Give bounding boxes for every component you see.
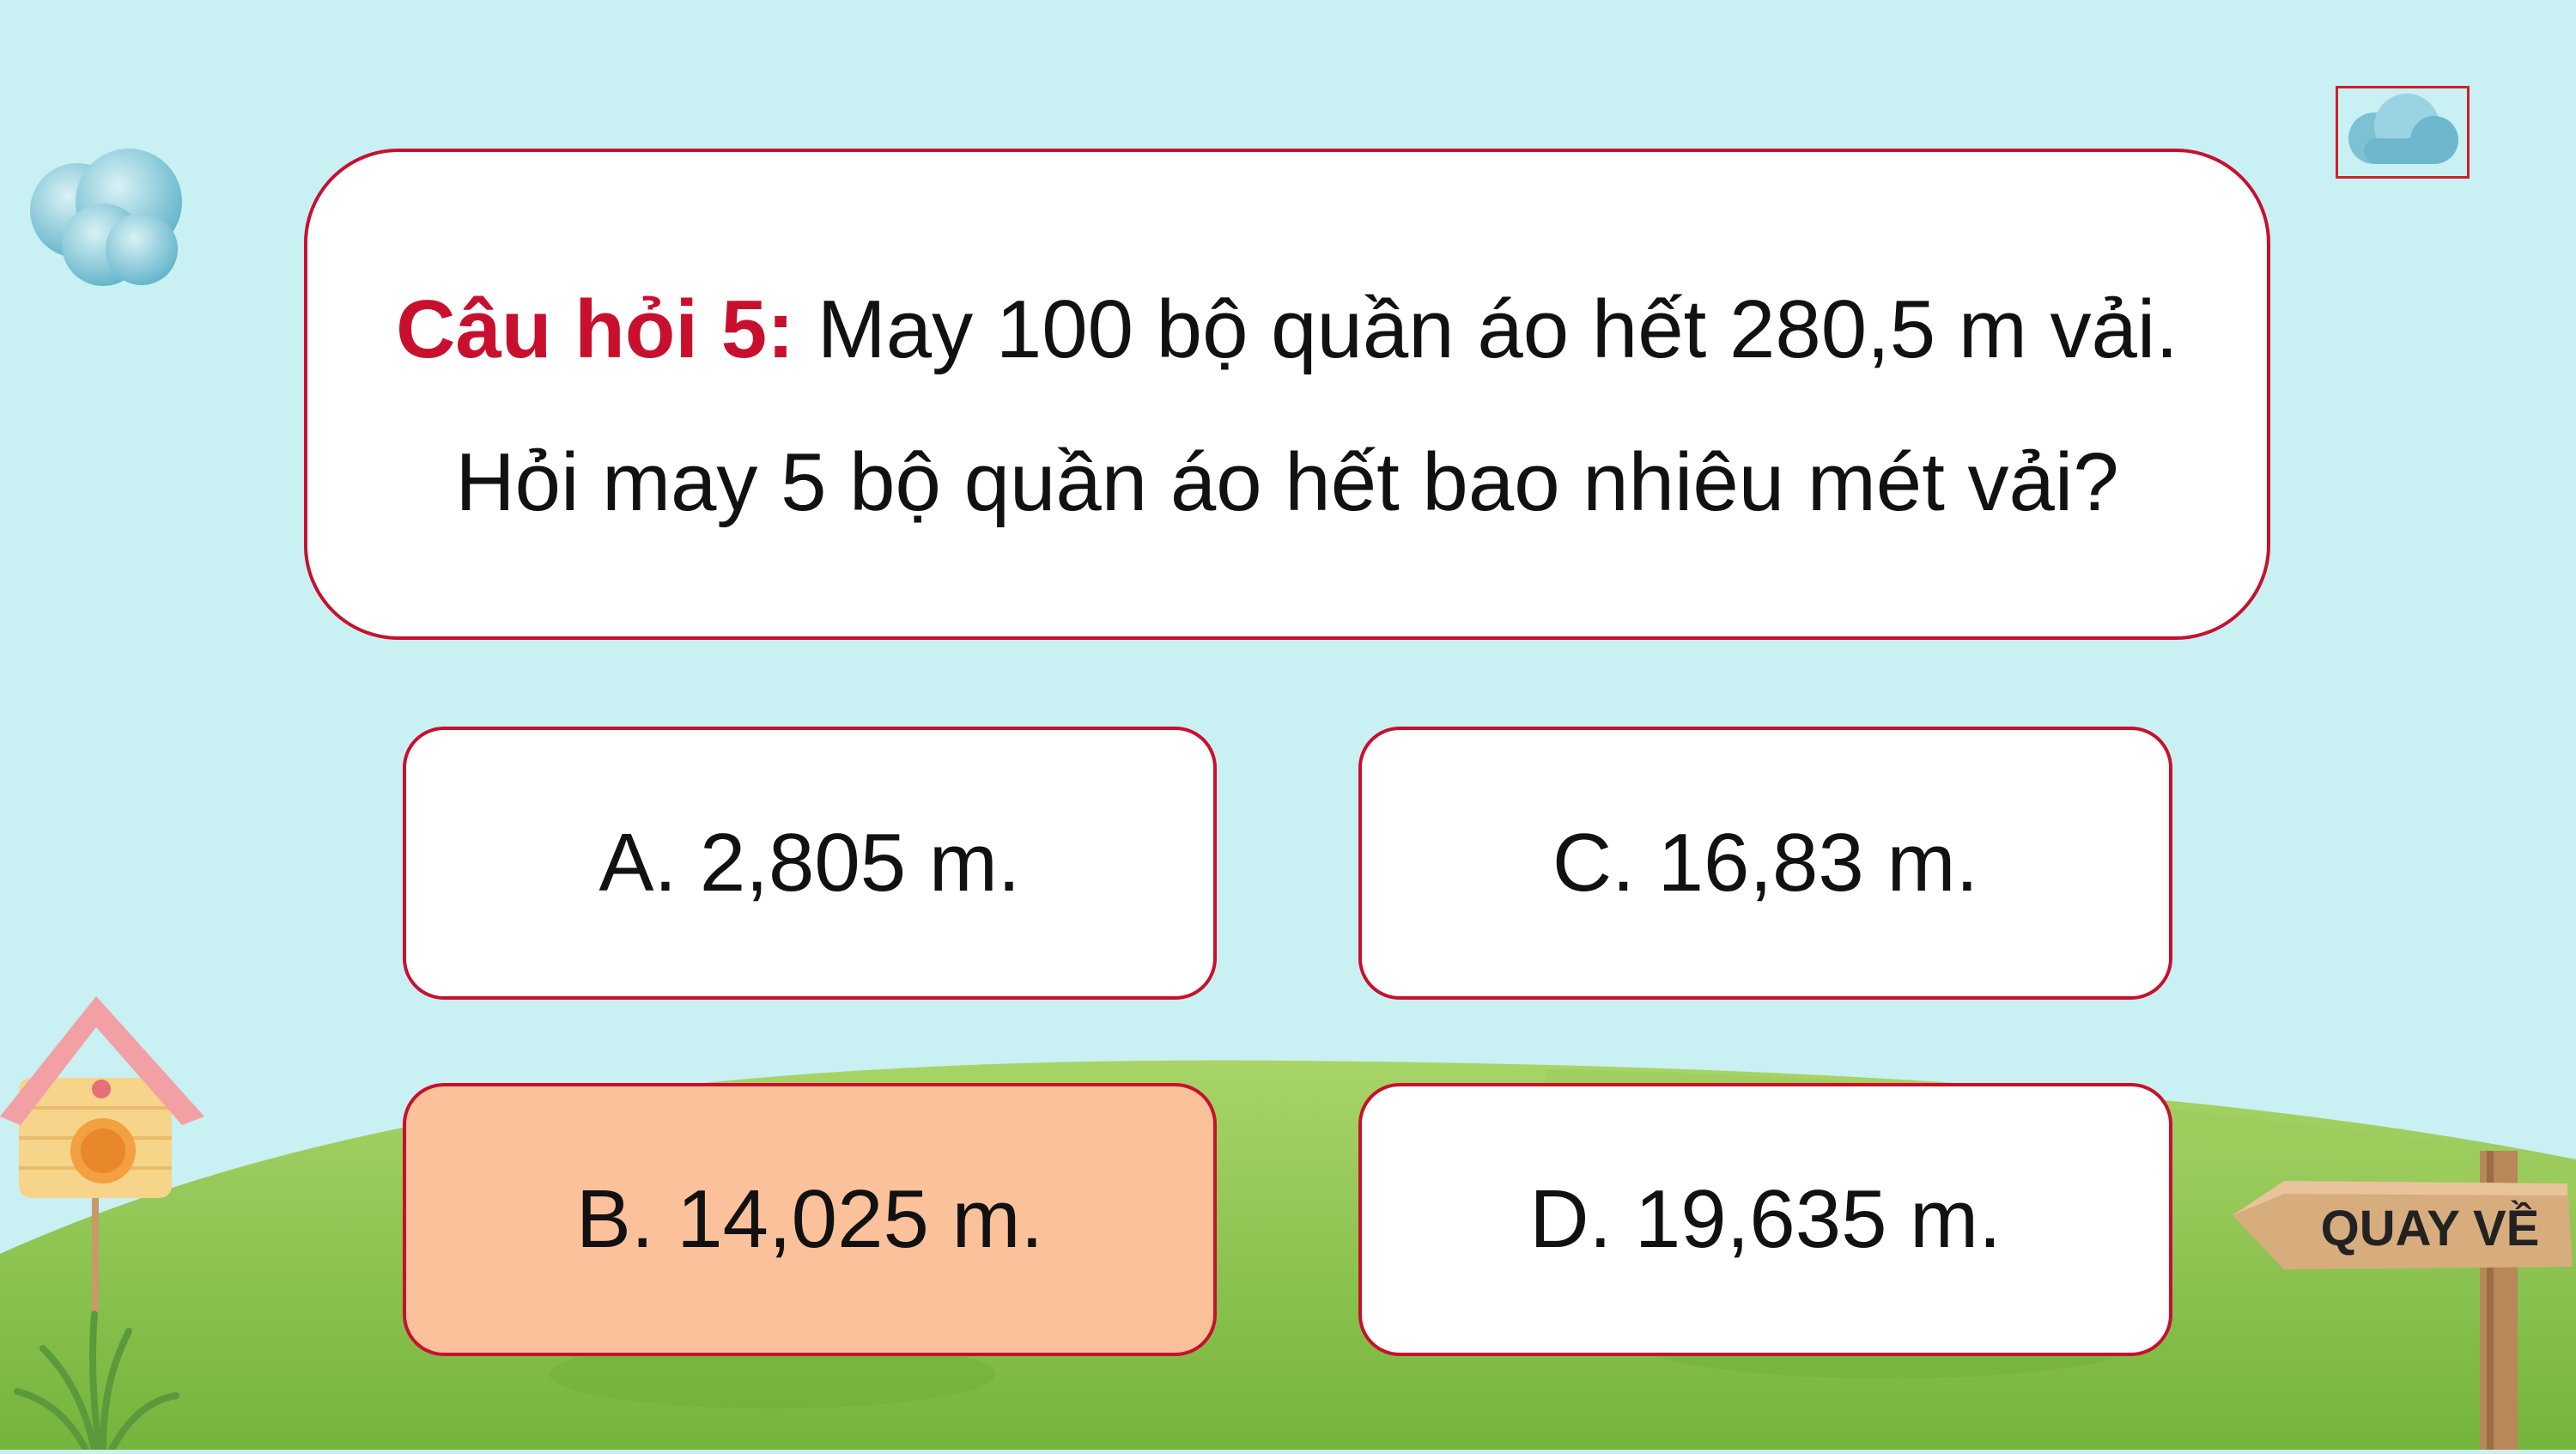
question-card: Câu hỏi 5: May 100 bộ quần áo hết 280,5 … <box>304 149 2270 640</box>
answer-option-b[interactable]: B. 14,025 m. <box>403 1083 1217 1356</box>
answer-option-d[interactable]: D. 19,635 m. <box>1358 1083 2172 1356</box>
question-number-label: Câu hỏi 5: <box>396 283 795 375</box>
question-text-part1: May 100 bộ quần áo hết 280,5 m vải. <box>794 283 2178 375</box>
question-line-1: Câu hỏi 5: May 100 bộ quần áo hết 280,5 … <box>307 283 2267 377</box>
cloud-nav-button[interactable] <box>2336 86 2470 179</box>
answer-option-c[interactable]: C. 16,83 m. <box>1358 727 2172 1000</box>
back-button[interactable] <box>2224 1142 2576 1450</box>
answer-option-a[interactable]: A. 2,805 m. <box>403 727 1217 1000</box>
cloud-icon <box>2348 94 2458 164</box>
question-line-2: Hỏi may 5 bộ quần áo hết bao nhiêu mét v… <box>455 436 2119 528</box>
cloud-icon <box>30 149 182 286</box>
back-button-label[interactable]: QUAY VỀ <box>2301 1194 2559 1262</box>
